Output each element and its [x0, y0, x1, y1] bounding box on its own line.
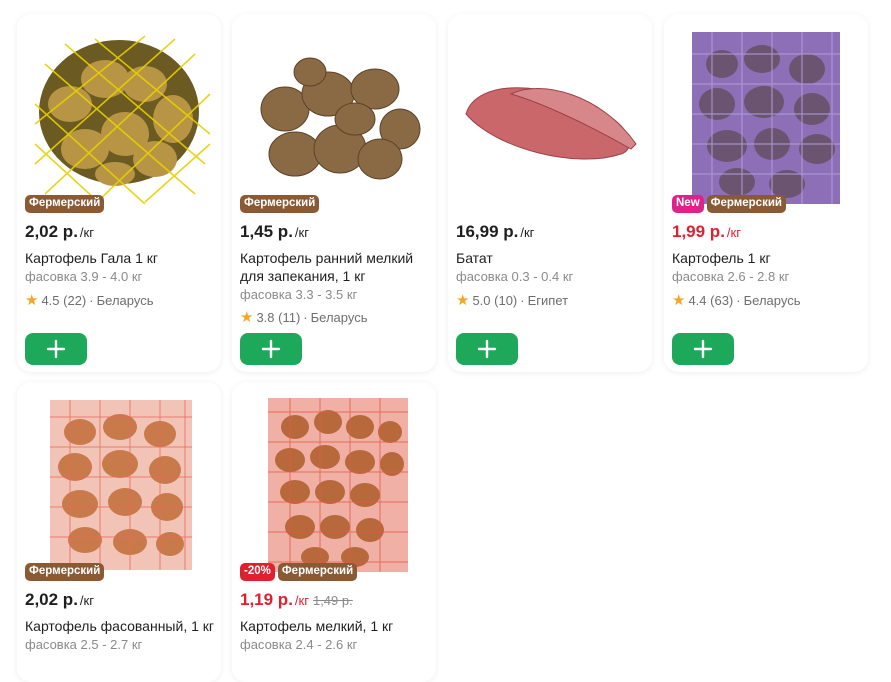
- farmer-badge: Фермерский: [25, 563, 105, 581]
- discount-badge: -20%: [240, 563, 275, 581]
- country: Египет: [527, 292, 569, 308]
- star-icon: ★: [25, 292, 39, 309]
- country: Беларусь: [310, 309, 368, 325]
- product-title[interactable]: Картофель мелкий, 1 кг: [240, 617, 430, 635]
- farmer-badge: Фермерский: [706, 195, 786, 213]
- add-to-cart-button[interactable]: [456, 333, 518, 365]
- add-to-cart-button[interactable]: [240, 333, 302, 365]
- product-card[interactable]: Фермерский 2,02 р./кг Картофель Гала 1 к…: [17, 14, 221, 372]
- rating: ★ 3.8 (11) · Беларусь: [240, 309, 368, 326]
- farmer-badge: Фермерский: [277, 563, 358, 581]
- plus-icon: [46, 339, 66, 359]
- product-image[interactable]: [672, 24, 860, 208]
- rating: ★ 5.0 (10) · Египет: [456, 292, 569, 309]
- add-to-cart-button[interactable]: [672, 333, 734, 365]
- add-to-cart-button[interactable]: [25, 333, 87, 365]
- product-image[interactable]: [25, 24, 213, 208]
- product-grid: Фермерский 2,02 р./кг Картофель Гала 1 к…: [0, 0, 891, 682]
- product-title[interactable]: Картофель Гала 1 кг: [25, 249, 215, 267]
- product-title[interactable]: Батат: [456, 249, 646, 267]
- star-icon: ★: [672, 292, 686, 309]
- product-title[interactable]: Картофель ранний мелкий для запекания, 1 …: [240, 249, 430, 285]
- pack-size: фасовка 3.9 - 4.0 кг: [25, 269, 143, 284]
- badges: Фермерский: [25, 195, 105, 213]
- badges: Фермерский: [240, 195, 320, 213]
- product-title[interactable]: Картофель 1 кг: [672, 249, 862, 267]
- product-image[interactable]: [456, 24, 644, 208]
- badges: New Фермерский: [672, 195, 786, 213]
- product-card[interactable]: Фермерский 1,45 р./кг Картофель ранний м…: [232, 14, 436, 372]
- price: 1,19 р./кг 1,49 р.: [240, 590, 353, 609]
- plus-icon: [477, 339, 497, 359]
- price: 1,45 р./кг: [240, 222, 309, 241]
- rating: ★ 4.4 (63) · Беларусь: [672, 292, 801, 309]
- product-image[interactable]: [240, 392, 428, 576]
- price: 1,99 р./кг: [672, 222, 741, 241]
- badges: -20% Фермерский: [240, 563, 358, 581]
- country: Беларусь: [743, 292, 801, 308]
- pack-size: фасовка 2.5 - 2.7 кг: [25, 637, 143, 652]
- rating: ★ 4.5 (22) · Беларусь: [25, 292, 154, 309]
- badges: Фермерский: [25, 563, 105, 581]
- product-card[interactable]: Фермерский 2,02 р./кг Картофель фасованн…: [17, 382, 221, 682]
- farmer-badge: Фермерский: [25, 195, 105, 213]
- price: 16,99 р./кг: [456, 222, 535, 241]
- pack-size: фасовка 2.4 - 2.6 кг: [240, 637, 358, 652]
- product-card[interactable]: -20% Фермерский 1,19 р./кг 1,49 р. Картоф…: [232, 382, 436, 682]
- product-card[interactable]: 16,99 р./кг Батат фасовка 0.3 - 0.4 кг ★…: [448, 14, 652, 372]
- country: Беларусь: [96, 292, 154, 308]
- farmer-badge: Фермерский: [240, 195, 320, 213]
- star-icon: ★: [456, 292, 470, 309]
- price: 2,02 р./кг: [25, 222, 94, 241]
- product-image[interactable]: [240, 24, 428, 208]
- product-card[interactable]: New Фермерский 1,99 р./кг Картофель 1 кг…: [664, 14, 868, 372]
- plus-icon: [261, 339, 281, 359]
- plus-icon: [693, 339, 713, 359]
- pack-size: фасовка 0.3 - 0.4 кг: [456, 269, 574, 284]
- product-image[interactable]: [25, 392, 213, 576]
- new-badge: New: [672, 195, 704, 213]
- old-price: 1,49 р.: [312, 593, 353, 608]
- price: 2,02 р./кг: [25, 590, 94, 609]
- pack-size: фасовка 2.6 - 2.8 кг: [672, 269, 790, 284]
- pack-size: фасовка 3.3 - 3.5 кг: [240, 287, 358, 302]
- product-title[interactable]: Картофель фасованный, 1 кг: [25, 617, 215, 635]
- star-icon: ★: [240, 309, 254, 326]
